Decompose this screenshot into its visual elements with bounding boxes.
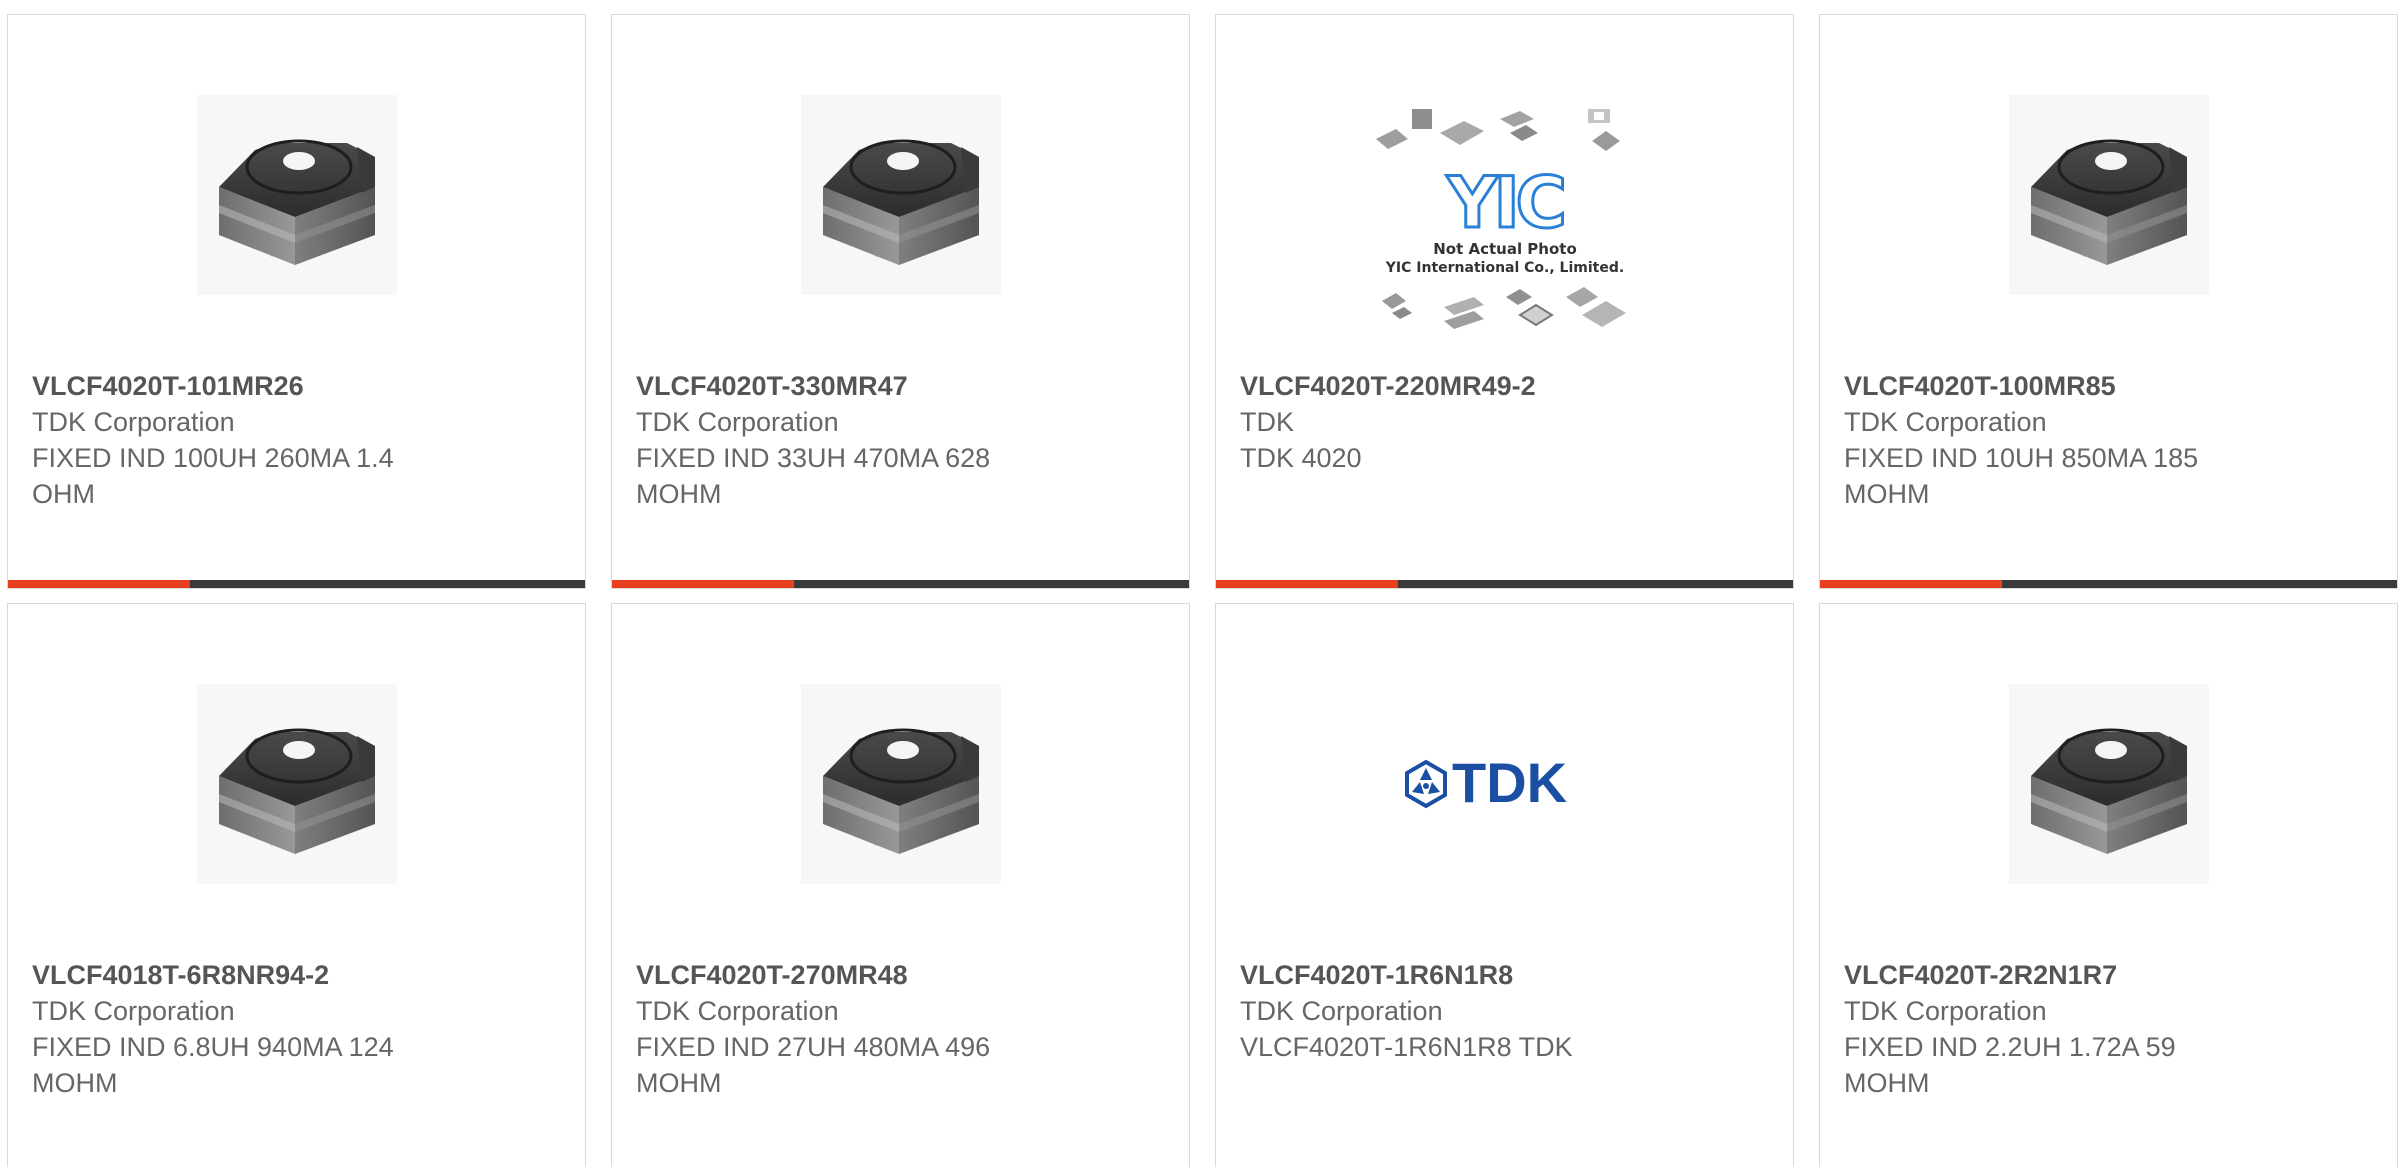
card-accent [1820,580,2002,588]
product-card[interactable]: VLCF4020T-2R2N1R7 TDK Corporation FIXED … [1819,603,2398,1167]
part-number[interactable]: VLCF4020T-100MR85 [1844,368,2264,404]
product-image[interactable] [1820,75,2397,315]
manufacturer: TDK Corporation [1844,407,2047,437]
product-card[interactable]: VLCF4020T-101MR26 TDK Corporation FIXED … [7,14,586,589]
description: FIXED IND 6.8UH 940MA 124 MOHM [32,1032,394,1098]
inductor-image [2009,684,2209,884]
tdk-logo: TDK [1404,754,1567,814]
description: FIXED IND 10UH 850MA 185 MOHM [1844,443,2199,509]
inductor-image [801,684,1001,884]
placeholder-note: Not Actual Photo [1433,240,1577,258]
manufacturer: TDK [1240,407,1294,437]
yic-logo: YIC [1445,162,1562,244]
product-card[interactable]: YIC Not Actual Photo YIC International C… [1215,14,1794,589]
card-accent [612,580,794,588]
card-bottom-bar [1216,580,1793,588]
part-number[interactable]: VLCF4018T-6R8NR94-2 [32,957,452,993]
inductor-image [2009,95,2209,295]
product-image[interactable]: TDK [1216,664,1793,904]
card-bottom-bar [8,580,585,588]
product-card[interactable]: VLCF4020T-330MR47 TDK Corporation FIXED … [611,14,1190,589]
product-image[interactable] [8,664,585,904]
product-image[interactable] [612,75,1189,315]
part-number[interactable]: VLCF4020T-270MR48 [636,957,1056,993]
part-number[interactable]: VLCF4020T-1R6N1R8 [1240,957,1660,993]
product-image[interactable] [8,75,585,315]
part-number[interactable]: VLCF4020T-101MR26 [32,368,452,404]
yic-placeholder-image: YIC Not Actual Photo YIC International C… [1375,109,1626,329]
product-image[interactable] [612,664,1189,904]
product-image[interactable]: YIC Not Actual Photo YIC International C… [1216,101,1793,341]
product-card[interactable]: TDK VLCF4020T-1R6N1R8 TDK Corporation VL… [1215,603,1794,1167]
manufacturer: TDK Corporation [1240,996,1443,1026]
description: FIXED IND 2.2UH 1.72A 59 MOHM [1844,1032,2176,1098]
manufacturer: TDK Corporation [32,996,235,1026]
inductor-image [197,684,397,884]
description: FIXED IND 27UH 480MA 496 MOHM [636,1032,991,1098]
product-card[interactable]: VLCF4018T-6R8NR94-2 TDK Corporation FIXE… [7,603,586,1167]
tdk-emblem-icon [1404,759,1447,809]
card-bottom-bar [1820,580,2397,588]
part-number[interactable]: VLCF4020T-220MR49-2 [1240,368,1660,404]
part-number[interactable]: VLCF4020T-2R2N1R7 [1844,957,2264,993]
inductor-image [197,95,397,295]
product-image[interactable] [1820,664,2397,904]
tdk-logo-text: TDK [1452,754,1567,814]
manufacturer: TDK Corporation [636,996,839,1026]
placeholder-company: YIC International Co., Limited. [1384,260,1623,276]
product-grid: VLCF4020T-101MR26 TDK Corporation FIXED … [0,0,2400,1167]
product-card[interactable]: VLCF4020T-100MR85 TDK Corporation FIXED … [1819,14,2398,589]
card-bottom-bar [612,580,1189,588]
description: FIXED IND 100UH 260MA 1.4 OHM [32,443,394,509]
card-accent [1216,580,1398,588]
product-card[interactable]: VLCF4020T-270MR48 TDK Corporation FIXED … [611,603,1190,1167]
inductor-image [801,95,1001,295]
manufacturer: TDK Corporation [636,407,839,437]
part-number[interactable]: VLCF4020T-330MR47 [636,368,1056,404]
description: TDK 4020 [1240,443,1362,473]
description: VLCF4020T-1R6N1R8 TDK [1240,1032,1573,1062]
manufacturer: TDK Corporation [32,407,235,437]
manufacturer: TDK Corporation [1844,996,2047,1026]
card-accent [8,580,190,588]
description: FIXED IND 33UH 470MA 628 MOHM [636,443,991,509]
